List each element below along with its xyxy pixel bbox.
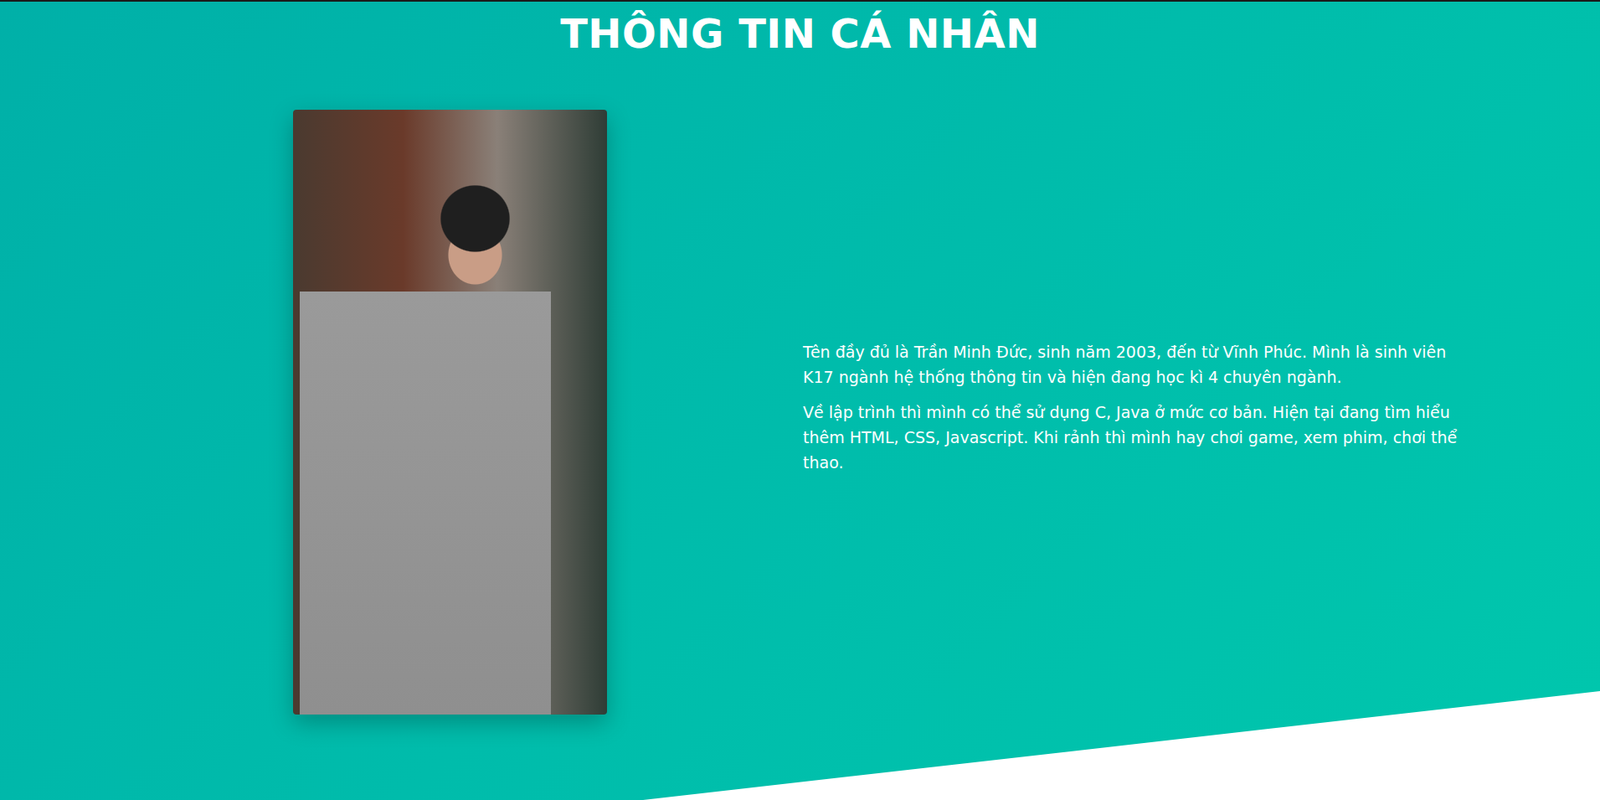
about-paragraph: Về lập trình thì mình có thể sử dụng C, … [802, 399, 1482, 475]
profile-photo [293, 109, 608, 715]
about-paragraph: Tên đầy đủ là Trần Minh Đức, sinh năm 20… [802, 339, 1482, 390]
slanted-divider [0, 689, 1600, 800]
section-heading: THÔNG TIN CÁ NHÂN [0, 1, 1600, 57]
about-row: Tên đầy đủ là Trần Minh Đức, sinh năm 20… [0, 109, 1600, 715]
about-text: Tên đầy đủ là Trần Minh Đức, sinh năm 20… [802, 339, 1482, 485]
about-section: THÔNG TIN CÁ NHÂN Tên đầy đủ là Trần Minh… [0, 0, 1600, 800]
